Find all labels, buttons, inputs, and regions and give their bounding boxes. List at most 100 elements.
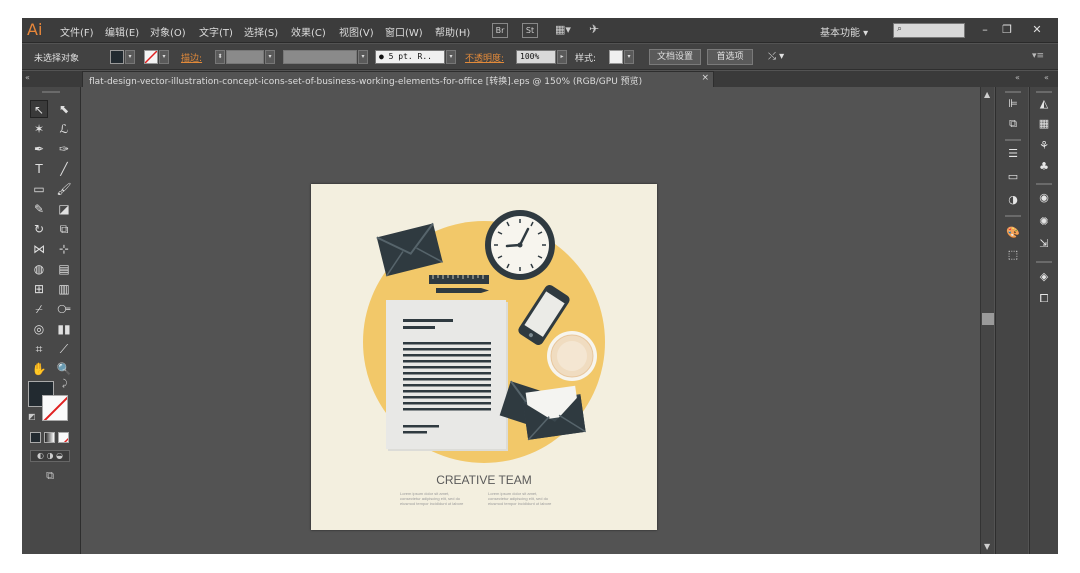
panel-menu-icon[interactable]: ▾≡ [1032, 51, 1044, 61]
transparency-panel-icon[interactable]: ◑ [1005, 193, 1021, 207]
align-panel-icon[interactable]: ⊫ [1005, 97, 1021, 111]
gpu-performance-icon[interactable]: ✈ [586, 23, 602, 38]
menu-select[interactable]: 选择(S) [244, 24, 278, 39]
mesh-tool-icon[interactable]: ⊞ [30, 280, 48, 298]
menu-help[interactable]: 帮助(H) [435, 24, 470, 39]
symbol-sprayer-tool-icon[interactable]: ◎ [30, 320, 48, 338]
rotate-tool-icon[interactable]: ↻ [30, 220, 48, 238]
vertical-scrollbar[interactable]: ▲ ▼ [980, 87, 994, 554]
free-transform-tool-icon[interactable]: ⊹ [55, 240, 73, 258]
direct-selection-tool-icon[interactable]: ⬉ [55, 100, 73, 118]
shape-builder-tool-icon[interactable]: ◍ [30, 260, 48, 278]
panel-grip-5[interactable] [1036, 183, 1052, 185]
column-graph-tool-icon[interactable]: ▮▮ [55, 320, 73, 338]
collapse-panels-icon-2[interactable]: « [1044, 73, 1049, 82]
document-tab-close-button[interactable]: × [701, 73, 709, 83]
stroke-weight-stepper[interactable]: ⬍ [215, 50, 225, 64]
brushes-panel-icon[interactable]: ⚘ [1036, 139, 1052, 153]
panel-grip-4[interactable] [1036, 91, 1052, 93]
search-input[interactable]: ⌕ [893, 23, 965, 38]
stroke-label[interactable]: 描边: [181, 51, 202, 64]
stroke-panel-icon[interactable]: ☰ [1005, 147, 1021, 161]
transform-icon[interactable]: ⤯ ▾ [768, 51, 784, 62]
graphic-style-swatch[interactable] [609, 50, 623, 64]
artboards-panel-icon[interactable]: ⬚ [1005, 248, 1021, 262]
width-tool-icon[interactable]: ⋈ [30, 240, 48, 258]
zoom-tool-icon[interactable]: 🔍 [55, 360, 73, 378]
eyedropper-tool-icon[interactable]: ⌿ [30, 300, 48, 318]
transform-panel-icon[interactable]: ⧉ [1005, 117, 1021, 131]
collapse-panels-icon[interactable]: « [1015, 73, 1020, 82]
maximize-button[interactable]: ❐ [996, 21, 1018, 38]
artboard[interactable]: CREATIVE TEAM Lorem ipsum dolor sit amet… [311, 184, 657, 530]
asset-export-panel-icon[interactable]: ⇲ [1036, 237, 1052, 251]
artboard-tool-icon[interactable]: ⌗ [30, 340, 48, 358]
layers-panel-icon[interactable]: ◈ [1036, 270, 1052, 284]
stroke-weight-dropdown[interactable]: ▾ [265, 50, 275, 64]
collapse-tools-icon[interactable]: « [25, 73, 30, 82]
scroll-down-icon[interactable]: ▼ [984, 542, 990, 551]
hand-tool-icon[interactable]: ✋ [30, 360, 48, 378]
fill-dropdown[interactable]: ▾ [125, 50, 135, 64]
menu-window[interactable]: 窗口(W) [385, 24, 423, 39]
document-setup-button[interactable]: 文档设置 [649, 49, 701, 65]
menu-edit[interactable]: 编辑(E) [105, 24, 139, 39]
bridge-icon[interactable]: Br [492, 23, 508, 38]
gradient-panel-icon[interactable]: ▭ [1005, 170, 1021, 184]
menu-type[interactable]: 文字(T) [199, 24, 233, 39]
scroll-thumb[interactable] [982, 313, 994, 325]
stroke-dropdown[interactable]: ▾ [159, 50, 169, 64]
document-tab[interactable]: flat-design-vector-illustration-concept-… [82, 71, 714, 87]
gradient-mode-icon[interactable] [44, 432, 55, 443]
default-colors-icon[interactable]: ◩ [28, 412, 36, 421]
line-tool-icon[interactable]: ╱ [55, 160, 73, 178]
menu-view[interactable]: 视图(V) [339, 24, 374, 39]
menu-object[interactable]: 对象(O) [150, 24, 186, 39]
panel-grip-6[interactable] [1036, 261, 1052, 263]
curvature-tool-icon[interactable]: ✑ [55, 140, 73, 158]
stroke-swatch[interactable] [144, 50, 158, 64]
stroke-color-icon[interactable] [42, 395, 68, 421]
gradient-tool-icon[interactable]: ▥ [55, 280, 73, 298]
eraser-tool-icon[interactable]: ◪ [55, 200, 73, 218]
opacity-field[interactable]: 100% [516, 50, 556, 64]
libraries-panel-icon[interactable]: ⧠ [1036, 292, 1052, 306]
panel-grip-2[interactable] [1005, 139, 1021, 141]
screen-mode-icon[interactable]: ⧉ [40, 469, 60, 483]
brush-definition-dropdown[interactable]: ▾ [446, 50, 456, 64]
pencil-tool-icon[interactable]: ✎ [30, 200, 48, 218]
minimize-button[interactable]: – [974, 21, 996, 38]
stroke-weight-field[interactable] [226, 50, 264, 64]
menu-effect[interactable]: 效果(C) [291, 24, 326, 39]
close-button[interactable]: ✕ [1026, 21, 1048, 38]
menu-file[interactable]: 文件(F) [60, 24, 94, 39]
arrange-documents-icon[interactable]: ▦▾ [552, 23, 574, 38]
opacity-dropdown[interactable]: ▸ [557, 50, 567, 64]
color-mode-icon[interactable] [30, 432, 41, 443]
swap-fill-stroke-icon[interactable]: ⤸ [62, 379, 67, 389]
scale-tool-icon[interactable]: ⧉ [55, 220, 73, 238]
appearance-panel-icon[interactable]: ◉ [1036, 191, 1052, 205]
scroll-up-icon[interactable]: ▲ [984, 90, 990, 99]
selection-tool-icon[interactable]: ↖ [30, 100, 48, 118]
panel-grip[interactable] [1005, 91, 1021, 93]
draw-mode-icon[interactable]: ◐ ◑ ◒ [30, 450, 70, 462]
stock-icon[interactable]: St [522, 23, 538, 38]
paintbrush-tool-icon[interactable]: 🖌 [55, 180, 73, 198]
tools-grip[interactable] [42, 91, 60, 93]
pen-tool-icon[interactable]: ✒ [30, 140, 48, 158]
color-panel-icon[interactable]: ◭ [1036, 97, 1052, 111]
rectangle-tool-icon[interactable]: ▭ [30, 180, 48, 198]
graphic-style-dropdown[interactable]: ▾ [624, 50, 634, 64]
type-tool-icon[interactable]: T [30, 160, 48, 178]
preferences-button[interactable]: 首选项 [707, 49, 753, 65]
blend-tool-icon[interactable]: ⧃ [55, 300, 73, 318]
swatches-panel-icon[interactable]: ▦ [1036, 117, 1052, 131]
opacity-label[interactable]: 不透明度: [465, 51, 504, 64]
variable-width-dropdown[interactable]: ▾ [358, 50, 368, 64]
perspective-grid-tool-icon[interactable]: ▤ [55, 260, 73, 278]
workspace-switcher[interactable]: 基本功能 ▾ [820, 24, 868, 39]
lasso-tool-icon[interactable]: ℒ [55, 120, 73, 138]
fill-swatch[interactable] [110, 50, 124, 64]
magic-wand-tool-icon[interactable]: ✶ [30, 120, 48, 138]
